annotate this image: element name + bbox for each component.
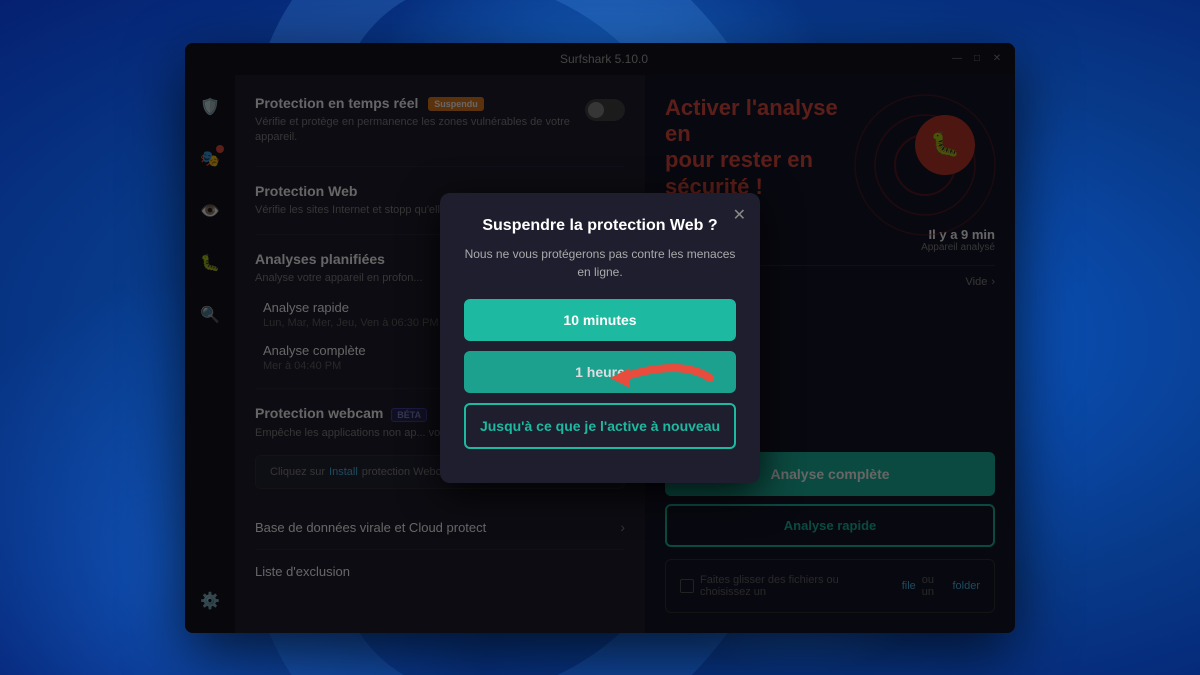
arrow-svg — [600, 348, 720, 408]
modal-title: Suspendre la protection Web ? — [464, 217, 736, 235]
modal-overlay: ✕ Suspendre la protection Web ? Nous ne … — [185, 43, 1015, 633]
arrow-annotation — [600, 348, 720, 413]
modal-dialog: ✕ Suspendre la protection Web ? Nous ne … — [440, 193, 760, 483]
app-window: Surfshark 5.10.0 — □ ✕ 🛡️ 🎭 👁️ 🐛 🔍 ⚙️ — [185, 43, 1015, 633]
modal-close-button[interactable]: ✕ — [733, 205, 746, 225]
btn-10-minutes[interactable]: 10 minutes — [464, 299, 736, 341]
modal-description: Nous ne vous protégerons pas contre les … — [464, 245, 736, 281]
